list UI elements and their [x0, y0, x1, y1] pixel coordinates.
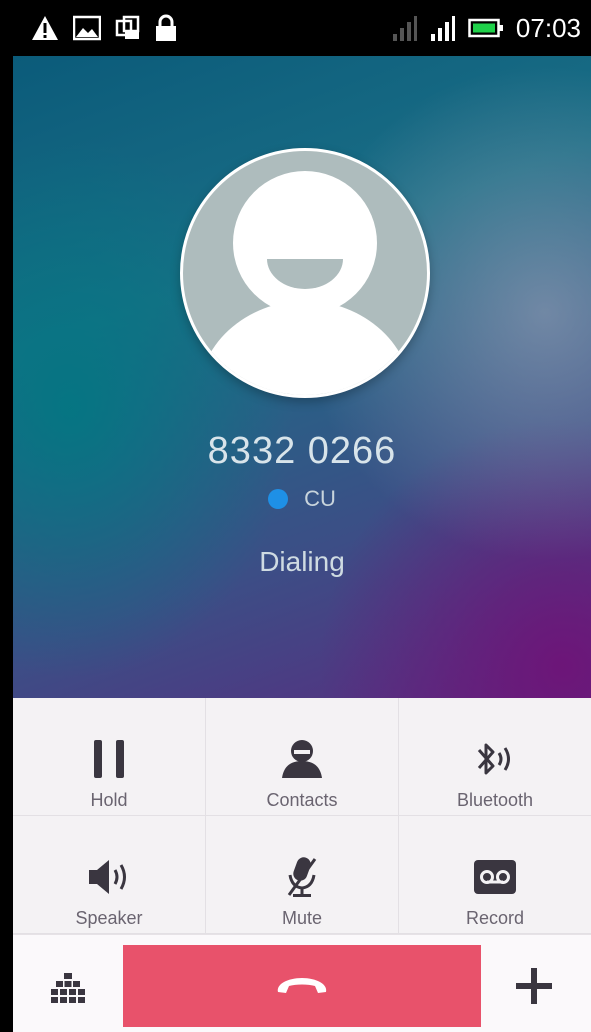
bluetooth-button[interactable]: Bluetooth [399, 698, 591, 816]
image-icon [73, 15, 101, 41]
sim-dot-icon [268, 489, 289, 509]
add-call-icon [516, 968, 552, 1004]
speaker-label: Speaker [75, 908, 143, 928]
speaker-icon [89, 860, 126, 894]
record-label: Record [465, 908, 525, 928]
screenshot-icon [115, 15, 140, 39]
default-avatar-icon [197, 171, 413, 395]
bottom-action-bar [13, 934, 591, 1032]
end-call-button[interactable] [123, 945, 481, 1027]
record-button[interactable]: Record [399, 816, 591, 934]
sim-indicator: CU [13, 486, 591, 512]
warning-icon [32, 16, 58, 40]
battery-icon [468, 18, 503, 38]
bluetooth-icon [477, 743, 510, 775]
status-bar: 07:03 [13, 0, 591, 56]
device-frame: 07:03 8332 0266 CU Dialing Hold Contacts… [0, 0, 591, 1032]
lock-icon [156, 14, 176, 41]
call-info-area: 8332 0266 CU Dialing [13, 56, 591, 698]
contacts-button[interactable]: Contacts [206, 698, 399, 816]
hold-label: Hold [90, 790, 128, 810]
pause-icon [94, 740, 124, 778]
status-notifications [31, 14, 177, 42]
contact-person-icon [282, 740, 322, 778]
sim-label: CU [304, 486, 336, 511]
call-state: Dialing [259, 546, 345, 577]
dialpad-button[interactable] [43, 965, 93, 1015]
contact-avatar [180, 148, 430, 398]
phone-number: 8332 0266 [207, 430, 397, 472]
speaker-button[interactable]: Speaker [13, 816, 206, 934]
call-controls: Hold Contacts Bluetooth Speaker Mute Rec… [13, 698, 591, 934]
bluetooth-label: Bluetooth [456, 790, 534, 810]
add-call-button[interactable] [509, 961, 559, 1011]
mute-button[interactable]: Mute [206, 816, 399, 934]
signal-icon [430, 16, 455, 41]
mute-microphone-icon [287, 857, 317, 897]
record-tape-icon [474, 860, 516, 894]
signal-weak-icon [392, 16, 417, 41]
status-system: 07:03 [392, 10, 581, 46]
screen: 07:03 8332 0266 CU Dialing Hold Contacts… [13, 0, 591, 1032]
end-call-icon [277, 978, 327, 993]
status-time: 07:03 [515, 13, 581, 43]
hold-button[interactable]: Hold [13, 698, 206, 816]
mute-label: Mute [281, 908, 323, 928]
contacts-label: Contacts [266, 790, 338, 810]
dialpad-icon [51, 973, 85, 1003]
